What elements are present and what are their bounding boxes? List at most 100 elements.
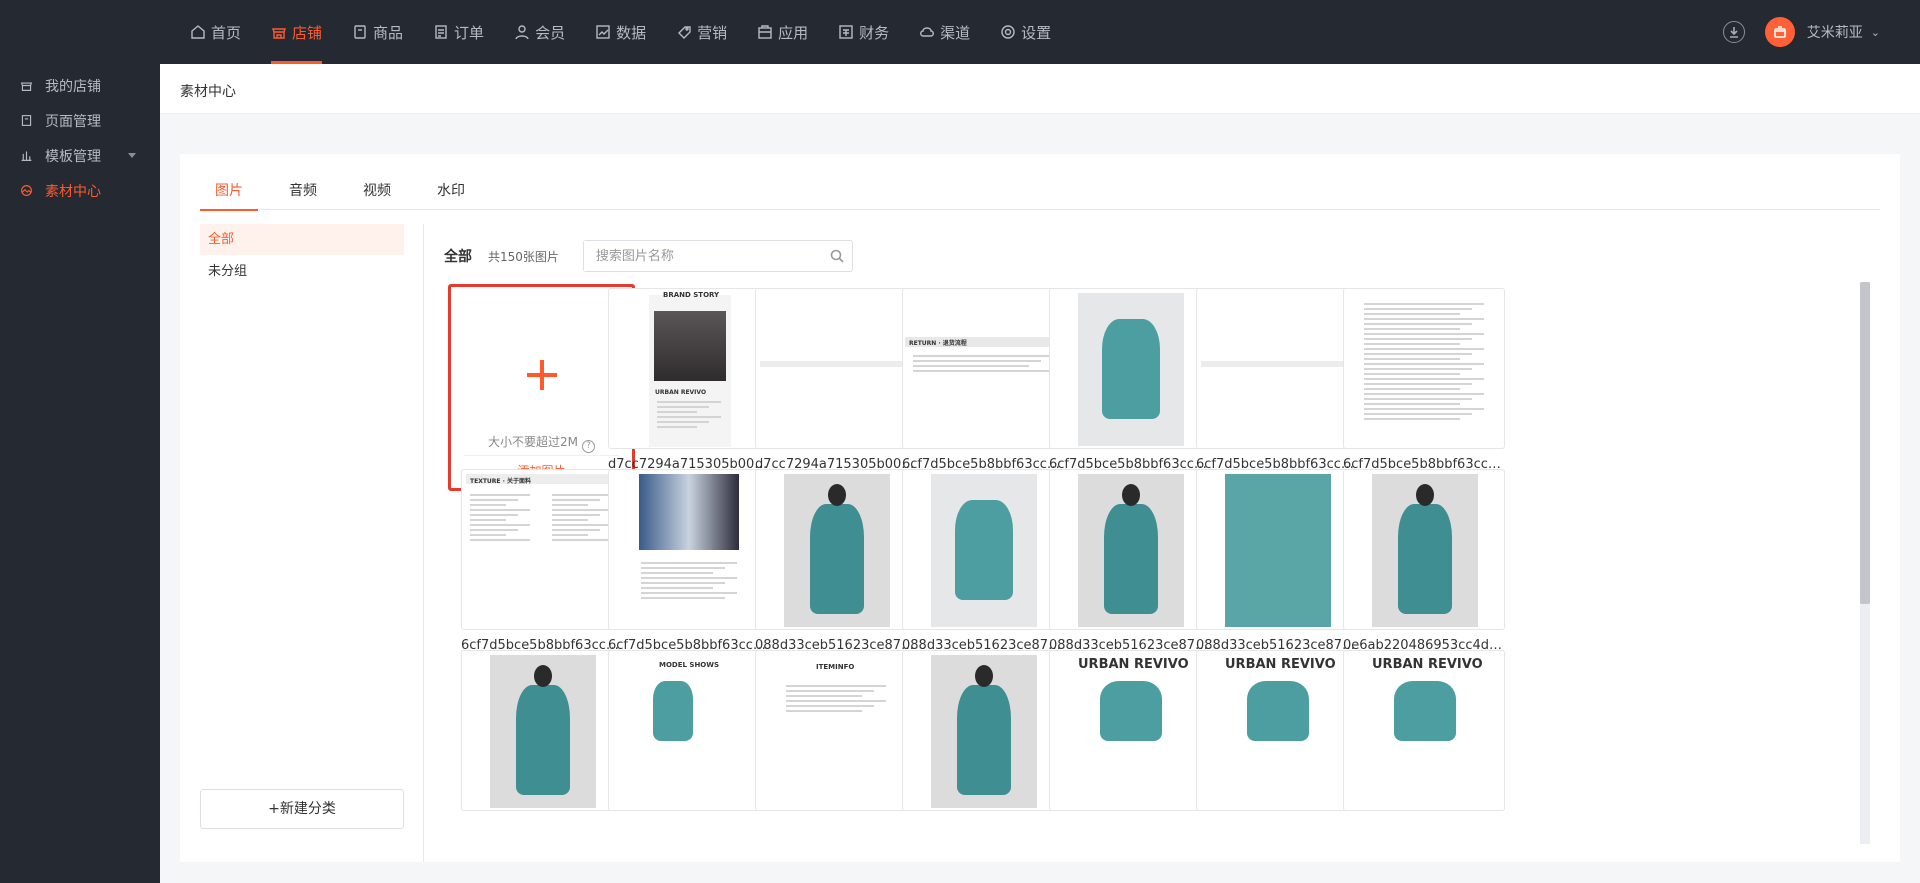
group-item-ungrouped[interactable]: 未分组 bbox=[200, 256, 404, 287]
image-thumbnail[interactable]: ITEMINFO bbox=[755, 650, 917, 811]
search-input[interactable] bbox=[583, 241, 814, 271]
upload-image-button[interactable]: 大小不要超过2M? 添加图片 bbox=[448, 284, 635, 491]
goods-icon bbox=[354, 25, 366, 39]
image-tile[interactable]: URBAN REVIVO bbox=[1049, 650, 1213, 811]
nav-item-7[interactable]: 应用 bbox=[747, 0, 818, 64]
home-icon bbox=[191, 25, 205, 39]
thumb-title: ITEMINFO bbox=[816, 663, 855, 671]
sidebar-item-0[interactable]: 我的店铺 bbox=[0, 68, 160, 103]
image-thumbnail[interactable] bbox=[755, 469, 917, 630]
size-hint-text: 大小不要超过2M bbox=[488, 435, 578, 449]
image-thumbnail[interactable]: TEXTURE · 关于面料 bbox=[461, 469, 623, 630]
group-item-all[interactable]: 全部 bbox=[200, 224, 404, 255]
thumb-title: URBAN REVIVO bbox=[1372, 657, 1483, 672]
nav-item-0[interactable]: 首页 bbox=[180, 0, 251, 64]
image-tile[interactable]: BRAND STORY URBAN REVIVO d7cc7294a715305b0… bbox=[608, 288, 772, 494]
image-tile[interactable]: ITEMINFO bbox=[755, 650, 919, 811]
nav-item-2[interactable]: 商品 bbox=[342, 0, 413, 64]
sidebar-item-3[interactable]: 素材中心 bbox=[0, 173, 160, 208]
media-tabs: 图片 音频 视频 水印 bbox=[200, 154, 1880, 211]
image-tile[interactable]: 6cf7d5bce5b8bbf63cceeb...2021-04-11 bbox=[1196, 288, 1360, 494]
thumb-title: RETURN · 退货流程 bbox=[909, 340, 967, 347]
image-thumbnail[interactable] bbox=[608, 469, 770, 630]
thumb-title: URBAN REVIVO bbox=[655, 389, 707, 396]
thumb-title: URBAN REVIVO bbox=[1078, 657, 1189, 672]
top-navbar: 首页 店铺 商品 订单 会员 数据 营销 应用 财务 渠道 设置 艾米莉亚 ⌄ bbox=[0, 0, 1920, 64]
nav-label: 店铺 bbox=[292, 23, 323, 42]
image-tile[interactable]: 6cf7d5bce5b8bbf63cceeb...2021-04-11 bbox=[1343, 288, 1507, 494]
sidebar-item-label: 模板管理 bbox=[45, 148, 101, 165]
nav-item-4[interactable]: 会员 bbox=[504, 0, 575, 64]
store-icon bbox=[272, 28, 286, 39]
settings-icon bbox=[1001, 25, 1015, 39]
page-icon bbox=[21, 115, 32, 126]
image-content: 全部 共150张图片 大小不要超过2M? 添加图片 BRAND STORY URB… bbox=[444, 240, 1884, 862]
image-thumbnail[interactable]: URBAN REVIVO bbox=[1196, 650, 1358, 811]
image-tile[interactable]: 088d33ceb51623ce878ea...2021-04-11 bbox=[1049, 469, 1213, 675]
image-thumbnail[interactable]: URBAN REVIVO bbox=[1049, 650, 1211, 811]
nav-item-10[interactable]: 设置 bbox=[990, 0, 1061, 64]
image-thumbnail[interactable] bbox=[1196, 469, 1358, 630]
new-category-button[interactable]: +新建分类 bbox=[200, 789, 404, 829]
image-tile[interactable]: 088d33ceb51623ce878ea...2021-04-11 bbox=[1196, 469, 1360, 675]
nav-item-6[interactable]: 营销 bbox=[666, 0, 737, 64]
image-tile[interactable]: URBAN REVIVO bbox=[1196, 650, 1360, 811]
image-count: 共150张图片 bbox=[488, 249, 559, 264]
group-panel: 全部 未分组 +新建分类 bbox=[180, 224, 424, 862]
tab-1[interactable]: 音频 bbox=[274, 154, 332, 210]
image-tile[interactable]: d7cc7294a715305b00328...2021-04-11 bbox=[755, 288, 919, 494]
caret-down-icon[interactable] bbox=[128, 153, 136, 158]
image-thumbnail[interactable] bbox=[1343, 288, 1505, 449]
material-icon bbox=[21, 185, 32, 196]
nav-item-8[interactable]: 财务 bbox=[828, 0, 899, 64]
image-thumbnail[interactable] bbox=[461, 650, 623, 811]
image-tile[interactable]: RETURN · 退货流程6cf7d5bce5b8bbf63cceeb...20… bbox=[902, 288, 1066, 494]
scrollbar-thumb[interactable] bbox=[1860, 282, 1870, 604]
image-tile[interactable]: URBAN REVIVO bbox=[1343, 650, 1507, 811]
image-thumbnail[interactable]: RETURN · 退货流程 bbox=[902, 288, 1064, 449]
image-thumbnail[interactable] bbox=[755, 288, 917, 449]
nav-label: 订单 bbox=[454, 23, 485, 42]
image-thumbnail[interactable] bbox=[1343, 469, 1505, 630]
nav-label: 会员 bbox=[535, 23, 566, 42]
help-icon[interactable]: ? bbox=[582, 440, 595, 453]
apps-icon bbox=[758, 25, 772, 39]
image-tile[interactable] bbox=[461, 650, 625, 811]
nav-item-1[interactable]: 店铺 bbox=[261, 0, 332, 64]
image-thumbnail[interactable] bbox=[1196, 288, 1358, 449]
image-tile[interactable]: 6cf7d5bce5b8bbf63cceeb...2021-04-11 bbox=[608, 469, 772, 675]
nav-label: 数据 bbox=[616, 23, 647, 42]
search-icon[interactable] bbox=[830, 249, 844, 263]
image-thumbnail[interactable] bbox=[1049, 469, 1211, 630]
nav-label: 营销 bbox=[697, 23, 728, 42]
image-tile[interactable]: 088d33ceb51623ce878ea...2021-04-11 bbox=[755, 469, 919, 675]
avatar[interactable] bbox=[1764, 17, 1795, 47]
image-thumbnail[interactable]: URBAN REVIVO bbox=[1343, 650, 1505, 811]
image-thumbnail[interactable] bbox=[902, 650, 1064, 811]
image-tile[interactable]: 6cf7d5bce5b8bbf63cceeb...2021-04-11 bbox=[1049, 288, 1213, 494]
tab-0[interactable]: 图片 bbox=[200, 154, 258, 211]
marketing-icon bbox=[678, 26, 691, 39]
image-thumbnail[interactable] bbox=[1049, 288, 1211, 449]
image-tile[interactable]: 0e6ab220486953cc4dd49...2021-04-11 bbox=[1343, 469, 1507, 675]
image-tile[interactable]: 088d33ceb51623ce878ea...2021-04-11 bbox=[902, 469, 1066, 675]
nav-item-3[interactable]: 订单 bbox=[423, 0, 494, 64]
tab-3[interactable]: 水印 bbox=[422, 154, 480, 210]
download-icon[interactable] bbox=[1722, 21, 1745, 43]
image-thumbnail[interactable] bbox=[902, 469, 1064, 630]
tab-2[interactable]: 视频 bbox=[348, 154, 406, 210]
nav-item-9[interactable]: 渠道 bbox=[909, 0, 980, 64]
username[interactable]: 艾米莉亚 bbox=[1807, 22, 1863, 42]
chevron-down-icon[interactable]: ⌄ bbox=[1871, 26, 1880, 39]
image-tile[interactable]: TEXTURE · 关于面料6cf7d5bce5b8bbf63cceeb...2… bbox=[461, 469, 625, 675]
nav-item-5[interactable]: 数据 bbox=[585, 0, 656, 64]
sidebar-item-1[interactable]: 页面管理 bbox=[0, 103, 160, 138]
image-tile[interactable]: MODEL SHOWS bbox=[608, 650, 772, 811]
sidebar-item-2[interactable]: 模板管理 bbox=[0, 138, 160, 173]
image-thumbnail[interactable]: BRAND STORY URBAN REVIVO bbox=[608, 288, 770, 449]
scrollbar[interactable] bbox=[1860, 282, 1870, 844]
image-tile[interactable] bbox=[902, 650, 1066, 811]
nav-label: 商品 bbox=[373, 23, 404, 42]
image-thumbnail[interactable]: MODEL SHOWS bbox=[608, 650, 770, 811]
sidebar: 我的店铺 页面管理模板管理素材中心 bbox=[0, 64, 160, 883]
